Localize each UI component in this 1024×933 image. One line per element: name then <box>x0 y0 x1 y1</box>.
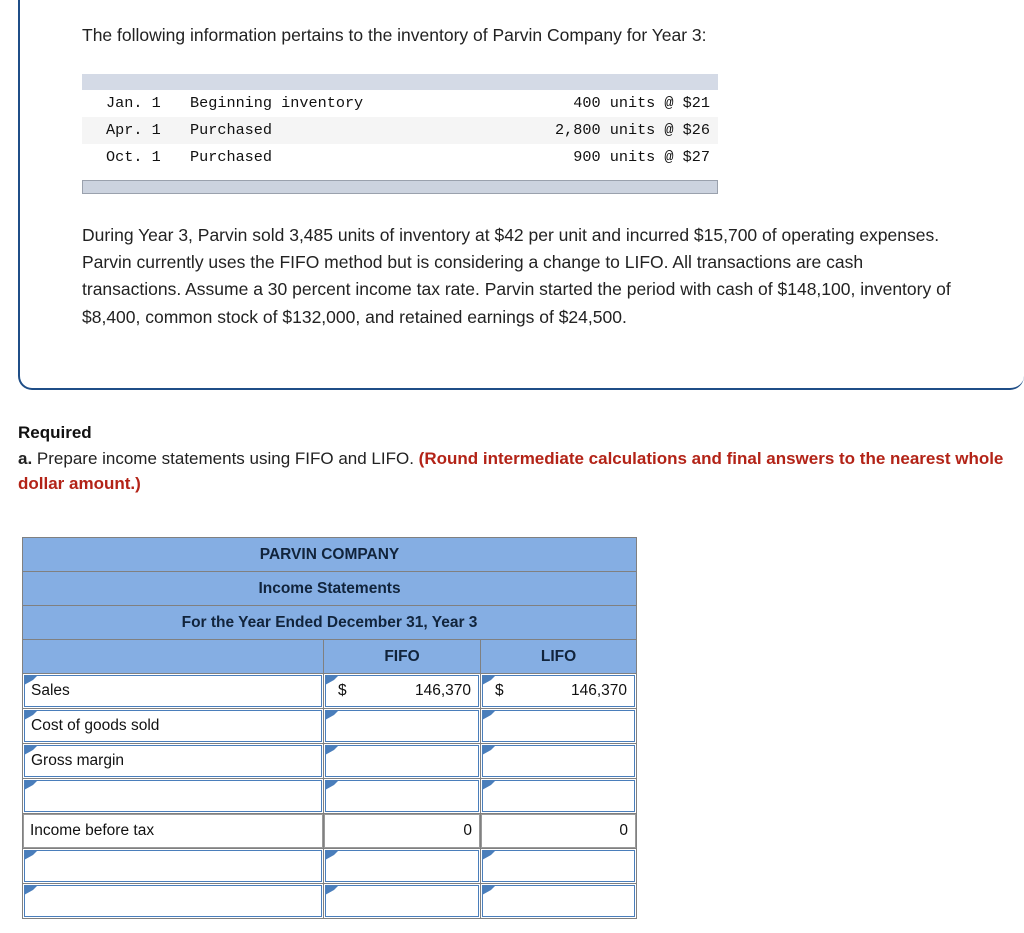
row-label-cell: Income before tax <box>22 813 324 849</box>
table-row: Income before tax 0 0 <box>22 813 638 849</box>
required-heading: Required <box>18 423 92 442</box>
inventory-date: Jan. 1 <box>106 94 161 113</box>
table-row <box>22 848 638 884</box>
fifo-value-cell: 0 <box>323 813 481 849</box>
row-label-cell[interactable]: Sales <box>22 673 324 709</box>
required-section: Required a. Prepare income statements us… <box>18 420 1018 497</box>
inventory-description: Purchased <box>190 121 273 140</box>
cell-marker-icon <box>325 710 339 720</box>
cell-marker-icon <box>482 780 496 790</box>
lifo-value-cell: 0 <box>479 813 638 849</box>
problem-statement-card: The following information pertains to th… <box>18 0 1024 390</box>
table-row: Apr. 1 Purchased 2,800 units @ $26 <box>82 116 718 144</box>
required-item-letter: a. <box>18 448 33 468</box>
worksheet-column-header-row: FIFO LIFO <box>22 639 638 674</box>
fifo-value-cell[interactable] <box>323 708 481 744</box>
table-row: Gross margin <box>22 743 638 779</box>
worksheet-statement-title: Income Statements <box>21 571 638 606</box>
cell-marker-icon <box>325 850 339 860</box>
worksheet-title-row-3: For the Year Ended December 31, Year 3 <box>21 605 638 640</box>
worksheet-title-row-1: PARVIN COMPANY <box>21 537 638 572</box>
fifo-value-cell[interactable] <box>323 848 481 884</box>
cell-marker-icon <box>325 675 339 685</box>
fifo-value: 0 <box>463 822 472 839</box>
inventory-table-body: Jan. 1 Beginning inventory 400 units @ $… <box>82 90 718 171</box>
cell-marker-icon <box>482 885 496 895</box>
inventory-date: Oct. 1 <box>106 148 161 167</box>
cell-marker-icon <box>24 710 38 720</box>
worksheet-period-title: For the Year Ended December 31, Year 3 <box>21 605 638 640</box>
inventory-amount: 900 units @ $27 <box>555 148 710 167</box>
inventory-amount: 400 units @ $21 <box>555 94 710 113</box>
fifo-value: 146,370 <box>414 682 471 699</box>
cell-marker-icon <box>325 885 339 895</box>
lifo-value-cell[interactable] <box>479 743 638 779</box>
row-label-cell[interactable]: Cost of goods sold <box>22 708 324 744</box>
inventory-amount: 2,800 units @ $26 <box>555 121 710 140</box>
table-row <box>22 778 638 814</box>
worksheet-title-row-2: Income Statements <box>21 571 638 606</box>
column-header-lifo: LIFO <box>479 639 638 674</box>
inventory-table-bottom-bar <box>82 179 718 194</box>
lifo-value-cell[interactable] <box>479 848 638 884</box>
row-label-cell[interactable] <box>22 848 324 884</box>
problem-intro-text: The following information pertains to th… <box>82 25 707 45</box>
cell-marker-icon <box>24 780 38 790</box>
cell-marker-icon <box>482 745 496 755</box>
row-label-cell[interactable]: Gross margin <box>22 743 324 779</box>
row-label: Gross margin <box>31 752 125 769</box>
fifo-value-cell[interactable] <box>323 778 481 814</box>
inventory-date: Apr. 1 <box>106 121 161 140</box>
inventory-description: Beginning inventory <box>190 94 364 113</box>
cell-marker-icon <box>24 885 38 895</box>
cell-marker-icon <box>482 675 496 685</box>
row-label-cell[interactable] <box>22 778 324 814</box>
row-label: Income before tax <box>30 822 155 839</box>
required-item-text: Prepare income statements using FIFO and… <box>36 448 414 468</box>
lifo-value-cell[interactable]: $ 146,370 <box>479 673 638 709</box>
worksheet-company-title: PARVIN COMPANY <box>21 537 638 572</box>
inventory-description: Purchased <box>190 148 273 167</box>
cell-marker-icon <box>482 850 496 860</box>
cell-marker-icon <box>325 780 339 790</box>
table-row: Cost of goods sold <box>22 708 638 744</box>
cell-marker-icon <box>24 745 38 755</box>
lifo-value: 146,370 <box>571 682 628 699</box>
cell-marker-icon <box>24 850 38 860</box>
column-header-fifo: FIFO <box>323 639 481 674</box>
inventory-table: Jan. 1 Beginning inventory 400 units @ $… <box>82 73 718 194</box>
fifo-value-cell[interactable] <box>323 883 481 919</box>
lifo-value: 0 <box>619 822 629 839</box>
lifo-value-cell[interactable] <box>479 708 638 744</box>
row-label: Cost of goods sold <box>31 717 160 734</box>
table-row <box>22 883 638 919</box>
fifo-value-cell[interactable]: $ 146,370 <box>323 673 481 709</box>
table-row: Oct. 1 Purchased 900 units @ $27 <box>82 144 718 171</box>
table-row: Sales $ 146,370 $ 146,370 <box>22 673 638 709</box>
inventory-table-top-bar <box>82 73 718 90</box>
table-row: Jan. 1 Beginning inventory 400 units @ $… <box>82 90 718 117</box>
income-statement-worksheet: PARVIN COMPANY Income Statements For the… <box>21 537 638 919</box>
required-item-a: a. Prepare income statements using FIFO … <box>18 446 1018 498</box>
cell-marker-icon <box>482 710 496 720</box>
row-label-cell[interactable] <box>22 883 324 919</box>
cell-marker-icon <box>325 745 339 755</box>
cell-marker-icon <box>24 675 38 685</box>
fifo-value-cell[interactable] <box>323 743 481 779</box>
problem-paragraph: During Year 3, Parvin sold 3,485 units o… <box>82 224 951 327</box>
column-header-blank <box>22 639 324 674</box>
lifo-value-cell[interactable] <box>479 778 638 814</box>
lifo-value-cell[interactable] <box>479 883 638 919</box>
